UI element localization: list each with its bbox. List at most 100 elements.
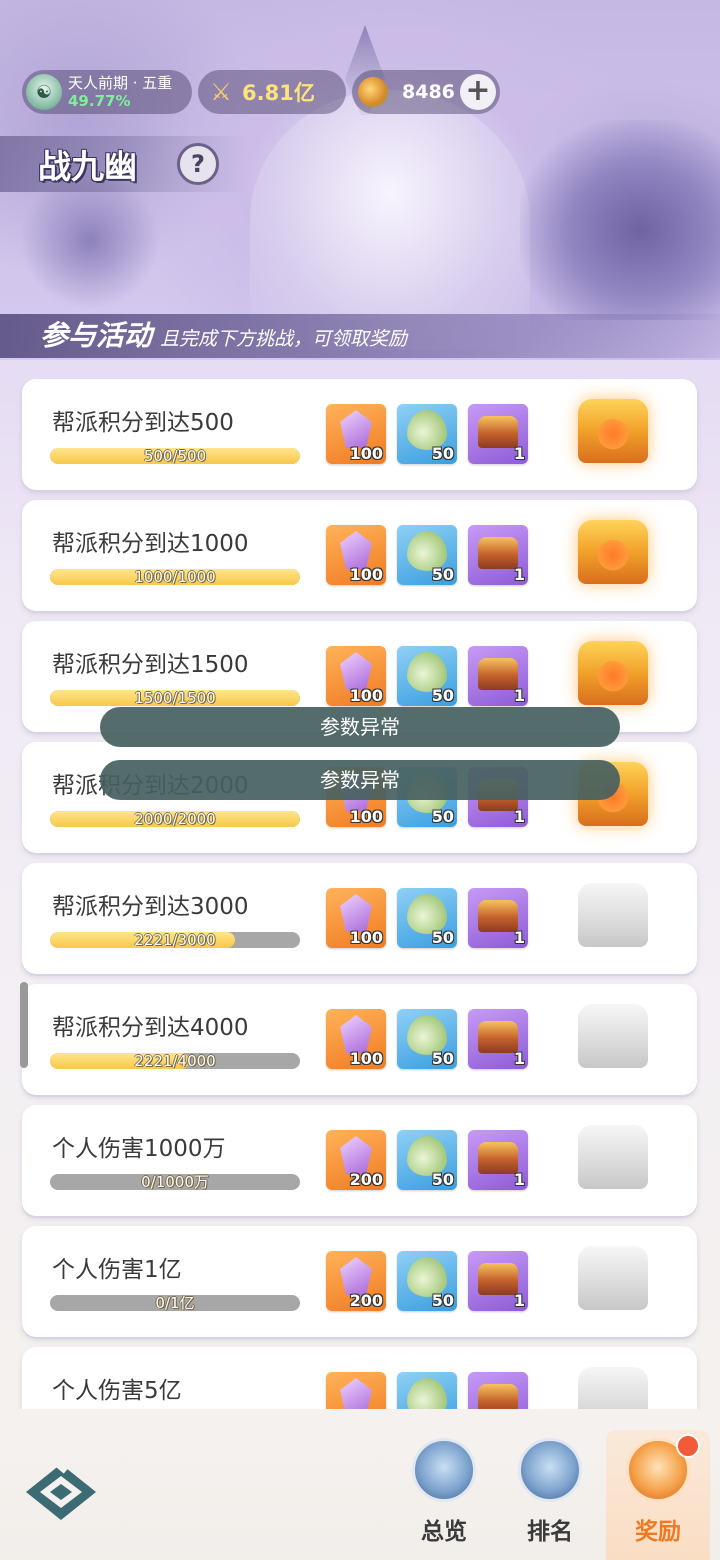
progress-text: 2000/2000 (134, 811, 216, 827)
combat-power-value: 6.81亿 (242, 81, 315, 105)
progress-text: 500/500 (143, 448, 207, 464)
progress-text: 1000/1000 (134, 569, 216, 585)
bottom-nav: 总览 排名 奖励 (0, 1408, 720, 1560)
reward-item[interactable]: 50 (397, 1130, 457, 1190)
currency-display: 8486 + (352, 70, 500, 114)
green-jade-drop-icon (407, 1378, 447, 1409)
treasure-chest-icon (478, 900, 518, 932)
reward-quantity: 50 (431, 807, 454, 826)
boss-illustration (250, 90, 530, 350)
tab-overview[interactable]: 总览 (404, 1438, 484, 1556)
reward-quantity: 100 (349, 444, 383, 463)
progress-bar: 1500/1500 (50, 690, 300, 706)
reward-item[interactable]: 50 (397, 1009, 457, 1069)
progress-bar: 500/500 (50, 448, 300, 464)
reward-item[interactable] (468, 1372, 528, 1409)
tab-reward[interactable]: 奖励 (606, 1430, 710, 1560)
progress-bar: 1000/1000 (50, 569, 300, 585)
reward-item[interactable]: 1 (468, 404, 528, 464)
compass-icon (412, 1438, 476, 1502)
reward-item[interactable]: 200 (326, 1251, 386, 1311)
claim-chest-button[interactable] (578, 399, 648, 463)
reward-item[interactable]: 100 (326, 525, 386, 585)
reward-quantity: 100 (349, 1049, 383, 1068)
locked-chest-icon (578, 1367, 648, 1409)
error-toast: 参数异常 (100, 760, 620, 800)
progress-bar: 0/1亿 (50, 1295, 300, 1311)
reward-item[interactable]: 100 (326, 888, 386, 948)
reward-item[interactable]: 50 (397, 404, 457, 464)
reward-item[interactable]: 100 (326, 1009, 386, 1069)
reward-quantity: 1 (513, 807, 525, 826)
help-button[interactable]: ? (177, 143, 219, 185)
reward-item[interactable]: 50 (397, 888, 457, 948)
task-name: 帮派积分到达4000 (52, 1015, 249, 1041)
locked-chest-icon (578, 1246, 648, 1310)
progress-text: 2221/4000 (134, 1053, 216, 1069)
task-card: 帮派积分到达1000 1000/1000 100 50 1 (22, 500, 697, 611)
treasure-chest-icon (478, 1021, 518, 1053)
reward-item[interactable] (397, 1372, 457, 1409)
reward-item[interactable]: 1 (468, 888, 528, 948)
menu-diamond-icon[interactable] (24, 1462, 98, 1522)
tab-rank[interactable]: 排名 (510, 1438, 590, 1556)
add-currency-button[interactable]: + (460, 74, 496, 110)
reward-quantity: 50 (431, 444, 454, 463)
treasure-chest-icon (478, 1142, 518, 1174)
task-name: 个人伤害1000万 (52, 1136, 226, 1162)
reward-quantity: 100 (349, 686, 383, 705)
task-card: 帮派积分到达500 500/500 100 50 1 (22, 379, 697, 490)
progress-bar: 2221/4000 (50, 1053, 300, 1069)
claim-chest-button[interactable] (578, 520, 648, 584)
progress-bar: 2000/2000 (50, 811, 300, 827)
reward-item[interactable]: 100 (326, 646, 386, 706)
beast-illustration (520, 120, 720, 320)
reward-item[interactable]: 1 (468, 1009, 528, 1069)
scrollbar[interactable] (20, 982, 28, 1068)
reward-quantity: 1 (513, 928, 525, 947)
reward-quantity: 50 (431, 1291, 454, 1310)
progress-bar: 2221/3000 (50, 932, 300, 948)
task-name: 个人伤害5亿 (52, 1378, 182, 1404)
locked-chest-icon (578, 1004, 648, 1068)
progress-bar: 0/1000万 (50, 1174, 300, 1190)
task-card: 个人伤害5亿 (22, 1347, 697, 1409)
reward-quantity: 50 (431, 1170, 454, 1189)
reward-item[interactable]: 50 (397, 646, 457, 706)
currency-value: 8486 (402, 81, 455, 103)
reward-quantity: 200 (349, 1291, 383, 1310)
task-name: 帮派积分到达3000 (52, 894, 249, 920)
task-card: 个人伤害1000万 0/1000万 200 50 1 (22, 1105, 697, 1216)
treasure-chest-icon (478, 537, 518, 569)
task-name: 个人伤害1亿 (52, 1257, 182, 1283)
reward-quantity: 200 (349, 1170, 383, 1189)
error-toast: 参数异常 (100, 707, 620, 747)
tower-icon (518, 1438, 582, 1502)
combat-power[interactable]: ⚔ 6.81亿 (198, 70, 346, 114)
participation-notice: 参与活动 且完成下方挑战，可领取奖励 (0, 314, 720, 358)
reward-item[interactable]: 1 (468, 646, 528, 706)
realm-status[interactable]: ☯ 天人前期 · 五重 49.77% (22, 70, 192, 114)
task-name: 帮派积分到达500 (52, 410, 234, 436)
reward-item[interactable]: 50 (397, 1251, 457, 1311)
claim-chest-button[interactable] (578, 641, 648, 705)
locked-chest-icon (578, 883, 648, 947)
reward-item[interactable]: 100 (326, 404, 386, 464)
notice-main-text: 参与活动 (40, 319, 153, 352)
task-card: 帮派积分到达4000 2221/4000 100 50 1 (22, 984, 697, 1095)
reward-item[interactable] (326, 1372, 386, 1409)
progress-text: 0/1亿 (155, 1295, 195, 1311)
task-list[interactable]: 帮派积分到达500 500/500 100 50 1 帮派积分到达1000 1000/100… (0, 379, 720, 1409)
reward-item[interactable]: 1 (468, 525, 528, 585)
reward-quantity: 1 (513, 1291, 525, 1310)
event-title: 战九幽 (38, 147, 137, 186)
reward-quantity: 100 (349, 565, 383, 584)
locked-chest-icon (578, 1125, 648, 1189)
tab-rank-label: 排名 (527, 1519, 573, 1545)
reward-item[interactable]: 1 (468, 1251, 528, 1311)
progress-text: 1500/1500 (134, 690, 216, 706)
reward-item[interactable]: 50 (397, 525, 457, 585)
reward-item[interactable]: 1 (468, 1130, 528, 1190)
reward-item[interactable]: 200 (326, 1130, 386, 1190)
treasure-chest-icon (478, 416, 518, 448)
